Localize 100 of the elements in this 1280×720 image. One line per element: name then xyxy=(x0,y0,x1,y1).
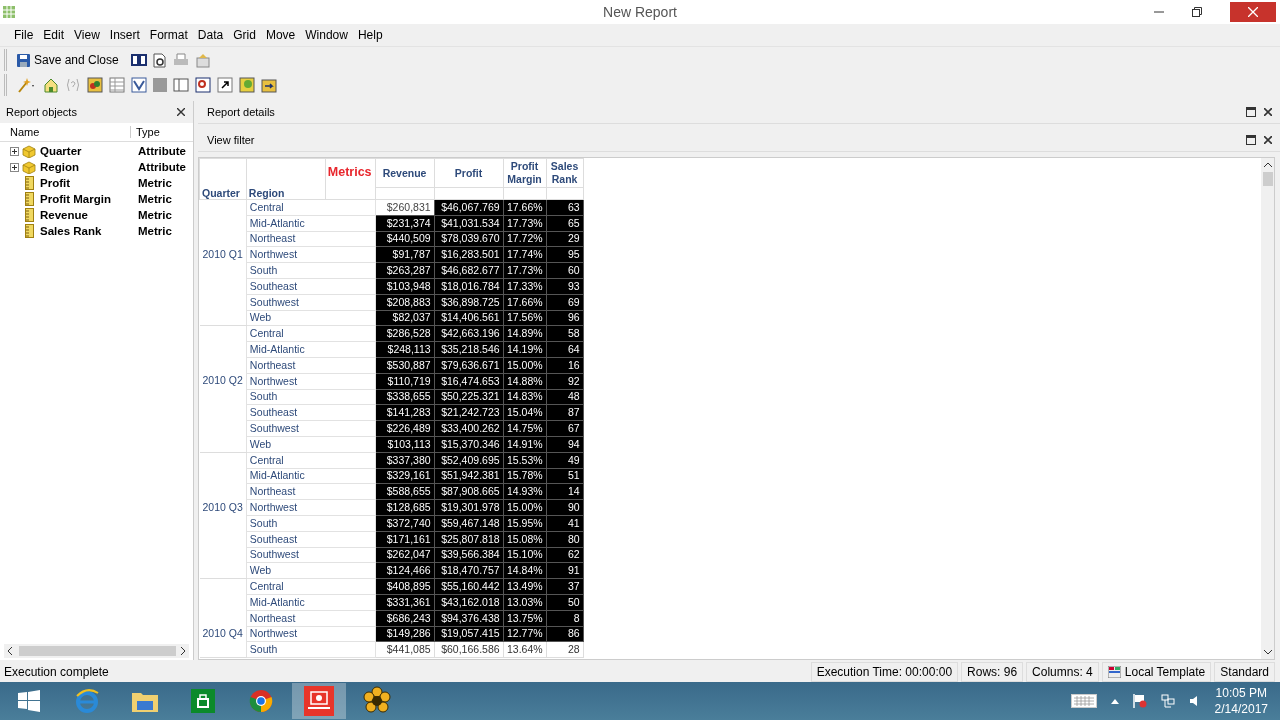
arrow-down-icon[interactable] xyxy=(1263,649,1272,655)
keyboard-icon[interactable] xyxy=(1070,694,1097,708)
region-cell: Web xyxy=(246,436,376,453)
region-cell: Southeast xyxy=(246,404,376,421)
quarter-label: 2010 Q3 xyxy=(202,500,243,513)
region-cell: Northeast xyxy=(246,357,376,374)
region-cell: Mid-Atlantic xyxy=(246,215,376,232)
wand-icon[interactable] xyxy=(17,77,37,93)
arrow-right-icon[interactable] xyxy=(180,647,186,655)
object-type: Attribute xyxy=(138,145,184,157)
ruler-icon xyxy=(25,224,34,238)
region-cell: Mid-Atlantic xyxy=(246,341,376,358)
object-type: Metric xyxy=(138,209,173,221)
close-icon[interactable] xyxy=(1264,136,1272,144)
menu-item[interactable]: Format xyxy=(144,28,193,42)
region-cell: South xyxy=(246,389,376,405)
scrollbar-thumb[interactable] xyxy=(1262,172,1273,186)
page-icon[interactable] xyxy=(173,77,189,93)
object-name[interactable]: Quarter xyxy=(40,145,135,157)
column-header: Quarter xyxy=(199,158,247,200)
region-cell: Southwest xyxy=(246,294,376,311)
template-name: Local Template xyxy=(1124,665,1206,679)
close-icon xyxy=(1248,7,1258,17)
region-cell: Northeast xyxy=(246,231,376,247)
caret-up-icon[interactable] xyxy=(1110,698,1119,704)
region-cell: Southwest xyxy=(246,547,376,563)
column-header: Region xyxy=(246,158,326,200)
region-cell: South xyxy=(246,641,376,658)
object-name[interactable]: Region xyxy=(40,161,135,173)
maximize-icon[interactable] xyxy=(1246,107,1256,117)
vertical-scrollbar[interactable] xyxy=(1261,158,1274,659)
cube-icon xyxy=(22,160,36,174)
object-name[interactable]: Profit Margin xyxy=(40,193,135,205)
menu-item[interactable]: Edit xyxy=(38,28,70,42)
column-header[interactable]: Type xyxy=(131,126,160,138)
quarter-label: 2010 Q4 xyxy=(202,627,243,640)
arrow-up-icon[interactable] xyxy=(1263,162,1272,168)
window-title: New Report xyxy=(603,4,677,20)
region-cell: South xyxy=(246,262,376,279)
object-name[interactable]: Profit xyxy=(40,177,135,189)
menu-item[interactable]: View xyxy=(69,28,105,42)
save-button[interactable]: Save and Close xyxy=(17,53,125,67)
restore-icon[interactable] xyxy=(1192,7,1202,17)
clock[interactable]: 10:05 PM 2/14/2017 xyxy=(1214,685,1268,717)
menu-item[interactable]: Help xyxy=(352,28,388,42)
arrow-left-icon[interactable] xyxy=(7,647,13,655)
house-icon[interactable] xyxy=(43,77,59,93)
panel-title[interactable]: View filter xyxy=(207,134,255,146)
ruler-icon xyxy=(25,208,34,222)
region-cell: Central xyxy=(246,199,376,216)
execution-time: Execution Time: 00:00:00 xyxy=(810,662,959,682)
maximize-icon[interactable] xyxy=(1246,135,1256,145)
region-cell: Northeast xyxy=(246,483,376,500)
status-message: Execution complete xyxy=(4,665,109,679)
close-button[interactable] xyxy=(1230,2,1276,22)
flag-icon[interactable] xyxy=(1132,694,1147,708)
menu-item[interactable]: Grid xyxy=(228,28,261,42)
region-cell: Northwest xyxy=(246,626,376,642)
menu-item[interactable]: Data xyxy=(192,28,229,42)
scrollbar-thumb[interactable] xyxy=(19,646,176,656)
metrics-header: Metrics xyxy=(325,158,376,200)
object-name[interactable]: Sales Rank xyxy=(40,225,135,237)
expand-icon[interactable] xyxy=(10,146,19,156)
menu-item[interactable]: File xyxy=(9,28,39,42)
object-type: Metric xyxy=(138,177,173,189)
menu-item[interactable]: Move xyxy=(260,28,301,42)
region-cell: Northwest xyxy=(246,246,376,263)
region-cell: Northwest xyxy=(246,373,376,390)
column-header[interactable]: Name xyxy=(0,126,131,138)
ruler-icon xyxy=(25,176,34,190)
expand-icon[interactable] xyxy=(10,162,19,172)
region-cell: Mid-Atlantic xyxy=(246,468,376,484)
window-panes-icon xyxy=(18,690,40,712)
column-header: Sales Rank xyxy=(546,158,584,188)
menu-item[interactable]: Window xyxy=(300,28,353,42)
template-icon xyxy=(1107,666,1121,678)
print-preview-icon[interactable] xyxy=(152,52,167,68)
region-cell: Southwest xyxy=(246,420,376,437)
laptop-icon[interactable] xyxy=(292,683,346,719)
close-icon[interactable] xyxy=(1264,108,1272,116)
object-name[interactable]: Revenue xyxy=(40,209,135,221)
cube-icon xyxy=(22,144,36,158)
column-header: Profit xyxy=(434,158,504,188)
region-cell: Southeast xyxy=(246,531,376,548)
region-cell: Central xyxy=(246,325,376,342)
region-cell: Northeast xyxy=(246,610,376,626)
column-header: Revenue xyxy=(375,158,435,188)
region-cell: Central xyxy=(246,452,376,469)
object-type: Metric xyxy=(138,193,173,205)
close-icon[interactable] xyxy=(177,108,185,116)
book-icon[interactable] xyxy=(130,53,147,67)
region-cell: Web xyxy=(246,562,376,579)
menu-item[interactable]: Insert xyxy=(104,28,145,42)
column-header: Profit Margin xyxy=(503,158,547,188)
panel-title[interactable]: Report details xyxy=(207,106,275,118)
network-icon[interactable] xyxy=(1160,694,1175,708)
region-cell: South xyxy=(246,515,376,532)
horizontal-scrollbar[interactable] xyxy=(4,644,189,658)
region-cell: Central xyxy=(246,578,376,595)
column-count: Columns: 4 xyxy=(1026,662,1099,682)
